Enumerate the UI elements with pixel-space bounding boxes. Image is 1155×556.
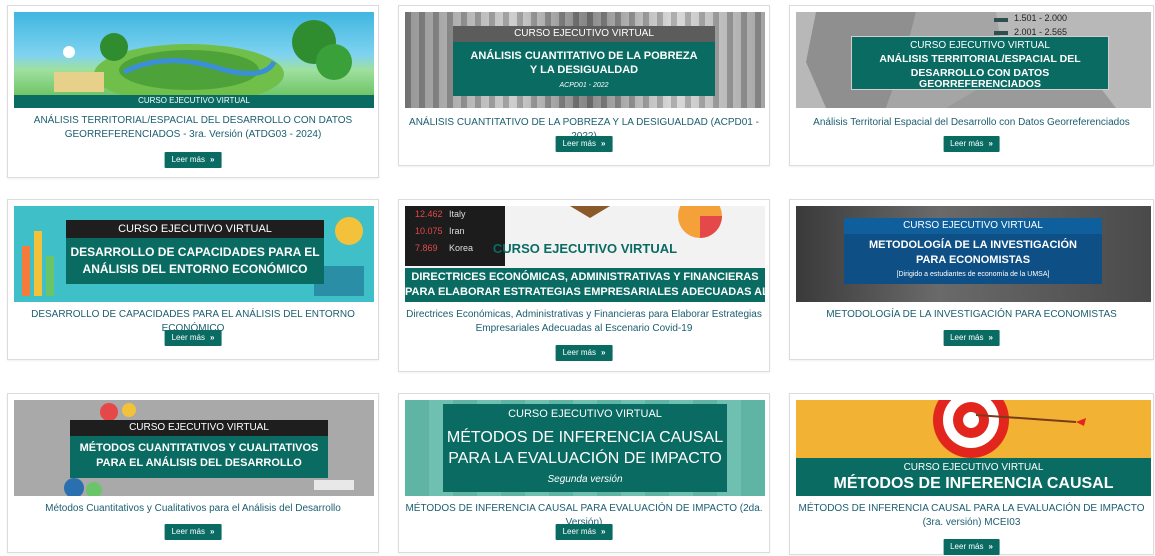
read-more-button[interactable]: Leer más » xyxy=(555,524,613,540)
course-image[interactable]: CURSO EJECUTIVO VIRTUAL MÉTODOS DE INFER… xyxy=(796,400,1151,496)
read-more-label: Leer más xyxy=(950,139,984,148)
course-image[interactable]: CURSO EJECUTIVO VIRTUAL DESARROLLO DE CA… xyxy=(14,206,374,302)
read-more-label: Leer más xyxy=(171,333,205,342)
course-image[interactable]: CURSO EJECUTIVO VIRTUAL MÉTODOS CUANTITA… xyxy=(14,400,374,496)
overlay-band: CURSO EJECUTIVO VIRTUAL xyxy=(14,95,374,108)
overlay-label: CURSO EJECUTIVO VIRTUAL xyxy=(903,220,1043,231)
overlay-title-1: ANÁLISIS TERRITORIAL/ESPACIAL DEL xyxy=(879,53,1081,65)
overlay-box: CURSO EJECUTIVO VIRTUAL ANÁLISIS TERRITO… xyxy=(851,36,1109,90)
course-image[interactable]: 1.501 - 2.000 2.001 - 2.565 CURSO EJECUT… xyxy=(796,12,1151,108)
read-more-label: Leer más xyxy=(950,542,984,551)
double-chevron-right-icon: » xyxy=(600,527,606,536)
course-image[interactable]: 12.462 Italy 10.075 Iran 7.869 Korea CUR… xyxy=(405,206,765,302)
overlay-title-2: PARA ELABORAR ESTRATEGIAS EMPRESARIALES … xyxy=(405,286,765,298)
overlay-label: CURSO EJECUTIVO VIRTUAL xyxy=(138,96,250,105)
course-card: CURSO EJECUTIVO VIRTUAL DESARROLLO DE CA… xyxy=(7,199,379,360)
course-card: CURSO EJECUTIVO VIRTUAL MÉTODOS DE INFER… xyxy=(398,393,770,553)
course-card: CURSO EJECUTIVO VIRTUAL MÉTODOS DE INFER… xyxy=(789,393,1154,555)
course-card: 1.501 - 2.000 2.001 - 2.565 CURSO EJECUT… xyxy=(789,5,1154,166)
double-chevron-right-icon: » xyxy=(988,139,993,148)
read-more-label: Leer más xyxy=(171,527,205,536)
course-title[interactable]: ANÁLISIS TERRITORIAL/ESPACIAL DEL DESARR… xyxy=(12,114,374,142)
overlay-label: CURSO EJECUTIVO VIRTUAL xyxy=(129,422,269,433)
overlay-header: CURSO EJECUTIVO VIRTUAL xyxy=(453,26,715,42)
read-more-button[interactable]: Leer más » xyxy=(164,152,222,168)
map-legend-1: 1.501 - 2.000 xyxy=(1014,13,1068,23)
overlay-title-1: ANÁLISIS CUANTITATIVO DE LA POBREZA xyxy=(470,50,698,62)
read-more-button[interactable]: Leer más » xyxy=(943,539,1000,555)
course-title[interactable]: Análisis Territorial Espacial del Desarr… xyxy=(794,116,1149,130)
read-more-button[interactable]: Leer más » xyxy=(943,330,1000,346)
overlay-title-2: PARA ECONOMISTAS xyxy=(915,254,1031,266)
overlay-box: CURSO EJECUTIVO VIRTUAL MÉTODOS DE INFER… xyxy=(796,458,1151,496)
course-card: CURSO EJECUTIVO VIRTUAL METODOLOGÍA DE L… xyxy=(789,199,1154,360)
overlay-title-2: PARA EL ANÁLISIS DEL DESARROLLO xyxy=(96,457,302,469)
overlay-label: CURSO EJECUTIVO VIRTUAL xyxy=(910,40,1050,51)
course-title[interactable]: METODOLOGÍA DE LA INVESTIGACIÓN PARA ECO… xyxy=(794,308,1149,322)
read-more-label: Leer más xyxy=(171,155,205,164)
overlay-box: DESARROLLO DE CAPACIDADES PARA EL ANÁLIS… xyxy=(66,238,324,284)
course-card: 12.462 Italy 10.075 Iran 7.869 Korea CUR… xyxy=(398,199,770,372)
read-more-label: Leer más xyxy=(562,139,596,148)
island-illustration xyxy=(54,20,352,104)
read-more-button[interactable]: Leer más » xyxy=(943,136,1000,152)
overlay-title-1: MÉTODOS DE INFERENCIA CAUSAL xyxy=(833,475,1114,492)
overlay-box: METODOLOGÍA DE LA INVESTIGACIÓN PARA ECO… xyxy=(844,234,1102,284)
read-more-label: Leer más xyxy=(950,333,984,342)
overlay-subtitle: Segunda versión xyxy=(547,474,623,485)
overlay-code: ACPD01 - 2022 xyxy=(559,82,609,89)
course-image[interactable]: CURSO EJECUTIVO VIRTUAL ANÁLISIS CUANTIT… xyxy=(405,12,765,108)
overlay-box: DIRECTRICES ECONÓMICAS, ADMINISTRATIVAS … xyxy=(405,268,765,302)
overlay-box: CURSO EJECUTIVO VIRTUAL MÉTODOS DE INFER… xyxy=(443,404,727,492)
overlay-label: CURSO EJECUTIVO VIRTUAL xyxy=(903,462,1044,473)
course-image[interactable]: CURSO EJECUTIVO VIRTUAL METODOLOGÍA DE L… xyxy=(796,206,1151,302)
read-more-label: Leer más xyxy=(562,348,596,357)
course-title[interactable]: Métodos Cuantitativos y Cualitativos par… xyxy=(12,502,374,516)
course-title[interactable]: MÉTODOS DE INFERENCIA CAUSAL PARA LA EVA… xyxy=(794,502,1149,530)
overlay-title-1: DESARROLLO DE CAPACIDADES PARA EL xyxy=(70,245,320,259)
overlay-subtitle: [Dirigido a estudiantes de economía de l… xyxy=(896,271,1050,278)
double-chevron-right-icon: » xyxy=(209,527,215,536)
read-more-button[interactable]: Leer más » xyxy=(555,136,613,152)
overlay-title-1: MÉTODOS CUANTITATIVOS Y CUALITATIVOS xyxy=(79,442,319,454)
course-image[interactable]: CURSO EJECUTIVO VIRTUAL MÉTODOS DE INFER… xyxy=(405,400,765,496)
read-more-button[interactable]: Leer más » xyxy=(164,330,222,346)
course-card: CURSO EJECUTIVO VIRTUAL MÉTODOS CUANTITA… xyxy=(7,393,379,553)
course-image[interactable]: CURSO EJECUTIVO VIRTUAL xyxy=(14,12,374,108)
overlay-label: CURSO EJECUTIVO VIRTUAL xyxy=(514,28,654,39)
overlay-title-1: DIRECTRICES ECONÓMICAS, ADMINISTRATIVAS … xyxy=(411,271,759,283)
overlay-title-1: METODOLOGÍA DE LA INVESTIGACIÓN xyxy=(869,239,1077,251)
overlay-label: CURSO EJECUTIVO VIRTUAL xyxy=(118,223,272,235)
overlay-label: CURSO EJECUTIVO VIRTUAL xyxy=(492,241,678,256)
double-chevron-right-icon: » xyxy=(600,139,606,148)
double-chevron-right-icon: » xyxy=(600,348,606,357)
read-more-button[interactable]: Leer más » xyxy=(164,524,222,540)
course-card: CURSO EJECUTIVO VIRTUAL ANÁLISIS CUANTIT… xyxy=(398,5,770,166)
overlay-box: MÉTODOS CUANTITATIVOS Y CUALITATIVOS PAR… xyxy=(70,436,328,478)
overlay-box: ANÁLISIS CUANTITATIVO DE LA POBREZA Y LA… xyxy=(453,42,715,96)
double-chevron-right-icon: » xyxy=(209,155,215,164)
overlay-header: CURSO EJECUTIVO VIRTUAL xyxy=(66,220,324,238)
overlay-header: CURSO EJECUTIVO VIRTUAL xyxy=(844,218,1102,234)
read-more-button[interactable]: Leer más » xyxy=(555,345,613,361)
course-card: CURSO EJECUTIVO VIRTUAL ANÁLISIS TERRITO… xyxy=(7,5,379,178)
course-title[interactable]: Directrices Económicas, Administrativas … xyxy=(403,308,765,336)
double-chevron-right-icon: » xyxy=(209,333,215,342)
overlay-title-2: PARA LA EVALUACIÓN DE IMPACTO xyxy=(448,450,722,467)
overlay-title-2: ANÁLISIS DEL ENTORNO ECONÓMICO xyxy=(82,262,308,276)
read-more-label: Leer más xyxy=(562,527,596,536)
overlay-title-2: DESARROLLO CON DATOS GEORREFERENCIADOS xyxy=(910,67,1050,91)
overlay-title-2: Y LA DESIGUALDAD xyxy=(529,64,639,76)
double-chevron-right-icon: » xyxy=(988,542,993,551)
overlay-label: CURSO EJECUTIVO VIRTUAL xyxy=(508,408,662,420)
double-chevron-right-icon: » xyxy=(988,333,993,342)
overlay-header: CURSO EJECUTIVO VIRTUAL xyxy=(70,420,328,436)
overlay-title-1: MÉTODOS DE INFERENCIA CAUSAL xyxy=(446,429,724,446)
